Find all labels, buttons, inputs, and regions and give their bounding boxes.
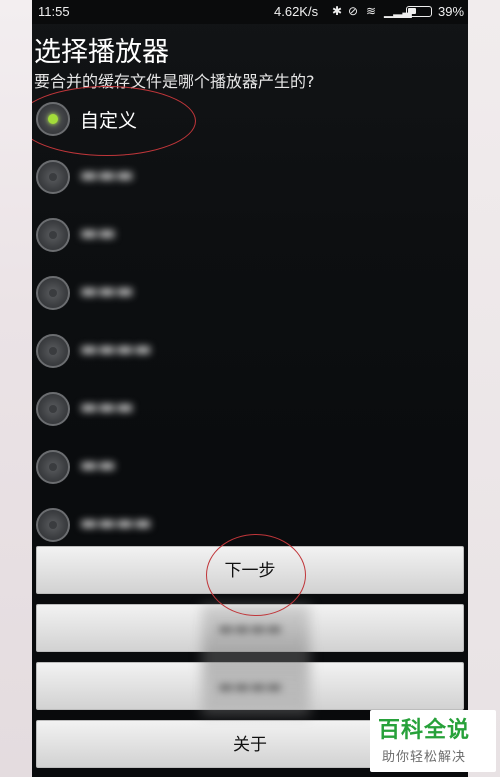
next-button[interactable]: 下一步 — [36, 546, 464, 594]
player-option[interactable]: ▬▬▬ — [36, 160, 456, 210]
blur-overlay — [202, 604, 310, 716]
wifi-icon: ≋ — [366, 4, 377, 18]
phone-screen: 11:55 4.62K/s ✱ ⊘ ≋ ▁▂▃ 39% 选择播放器 要合并的缓存… — [32, 0, 468, 777]
watermark-subtitle: 助你轻松解决 — [382, 750, 467, 765]
radio-button[interactable] — [36, 450, 70, 484]
watermark-title: 百科全说 — [378, 718, 471, 743]
option-label-blurred: ▬▬▬ — [80, 164, 134, 186]
radio-button-checked[interactable] — [36, 102, 70, 136]
option-label: 自定义 — [80, 110, 138, 132]
option-label-blurred: ▬▬▬▬ — [80, 512, 152, 534]
player-option[interactable]: ▬▬ — [36, 450, 456, 500]
bluetooth-icon: ✱ — [332, 4, 343, 18]
option-label-blurred: ▬▬▬ — [80, 396, 134, 418]
radio-button[interactable] — [36, 334, 70, 368]
option-label-blurred: ▬▬ — [80, 454, 116, 476]
option-label-blurred: ▬▬▬ — [80, 280, 134, 302]
about-button-label: 关于 — [233, 735, 267, 755]
radio-button[interactable] — [36, 392, 70, 426]
radio-button[interactable] — [36, 276, 70, 310]
status-time: 11:55 — [38, 4, 70, 19]
next-button-label: 下一步 — [224, 561, 276, 581]
dialog-title: 选择播放器 — [34, 37, 169, 68]
dialog-subtitle: 要合并的缓存文件是哪个播放器产生的? — [34, 72, 315, 91]
player-option[interactable]: ▬▬▬ — [36, 276, 456, 326]
background-right — [468, 0, 500, 777]
radio-button[interactable] — [36, 218, 70, 252]
battery-level: 39% — [438, 4, 465, 19]
battery-icon — [406, 6, 432, 17]
player-option[interactable]: ▬▬ — [36, 218, 456, 268]
player-option[interactable]: ▬▬▬ — [36, 392, 456, 442]
player-option-custom[interactable]: 自定义 — [36, 102, 456, 152]
option-label-blurred: ▬▬ — [80, 222, 116, 244]
alarm-off-icon: ⊘ — [348, 4, 359, 18]
network-speed: 4.62K/s — [274, 4, 319, 19]
option-label-blurred: ▬▬▬▬ — [80, 338, 152, 360]
radio-button[interactable] — [36, 508, 70, 542]
watermark-logo: 百科全说 助你轻松解决 — [370, 710, 496, 772]
player-option[interactable]: ▬▬▬▬ — [36, 334, 456, 384]
status-bar: 11:55 4.62K/s ✱ ⊘ ≋ ▁▂▃ 39% — [32, 0, 468, 24]
background-left — [0, 0, 32, 777]
radio-button[interactable] — [36, 160, 70, 194]
